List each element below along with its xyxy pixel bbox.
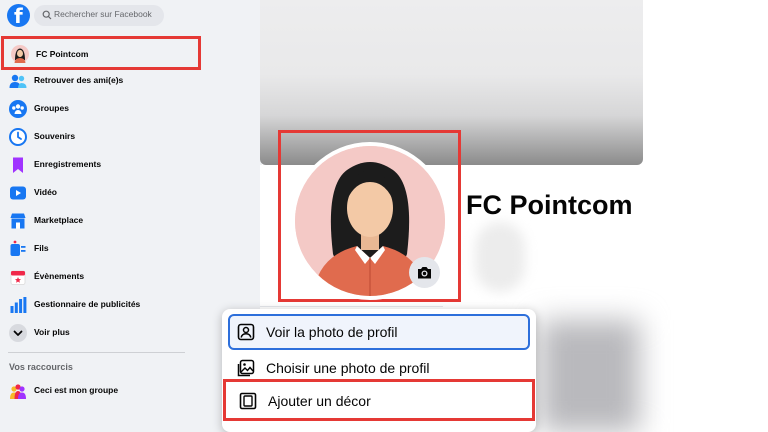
chevron-down-icon bbox=[9, 324, 27, 342]
sidebar-item-label: Voir plus bbox=[34, 327, 70, 337]
friends-icon bbox=[9, 74, 27, 88]
left-sidebar: f Rechercher sur Facebook FC Pointcom Re… bbox=[0, 0, 202, 432]
search-input[interactable]: Rechercher sur Facebook bbox=[34, 5, 164, 26]
sidebar-item-label: FC Pointcom bbox=[36, 49, 89, 59]
sidebar-item-label: Retrouver des ami(e)s bbox=[34, 75, 124, 85]
view-profile-photo-item[interactable]: Voir la photo de profil bbox=[228, 314, 530, 350]
facebook-logo[interactable]: f bbox=[7, 4, 30, 28]
profile-picture-menu: Voir la photo de profil Choisir une phot… bbox=[222, 309, 536, 432]
shortcuts-title: Vos raccourcis bbox=[9, 362, 73, 372]
profile-photo-icon bbox=[237, 323, 255, 341]
sidebar-item-label: Marketplace bbox=[34, 215, 84, 225]
menu-item-label: Choisir une photo de profil bbox=[266, 360, 430, 376]
sidebar-item-groups[interactable]: Groupes bbox=[0, 95, 200, 123]
sidebar-item-events[interactable]: Évènements bbox=[0, 263, 200, 291]
menu-item-label: Ajouter un décor bbox=[268, 393, 371, 409]
marketplace-icon bbox=[10, 213, 26, 229]
sidebar-item-label: Groupes bbox=[34, 103, 69, 113]
blurred-content bbox=[475, 222, 525, 292]
sidebar-item-video[interactable]: Vidéo bbox=[0, 179, 200, 207]
menu-item-label: Voir la photo de profil bbox=[266, 324, 398, 340]
memories-icon bbox=[9, 128, 27, 146]
avatar bbox=[11, 45, 29, 63]
facebook-profile-page: f Rechercher sur Facebook FC Pointcom Re… bbox=[0, 0, 768, 432]
camera-button[interactable] bbox=[409, 257, 440, 288]
sidebar-item-label: Fils bbox=[34, 243, 49, 253]
bookmark-icon bbox=[13, 157, 23, 173]
sidebar-divider bbox=[8, 352, 185, 353]
sidebar-item-label: Ceci est mon groupe bbox=[34, 385, 119, 395]
sidebar-item-friends[interactable]: Retrouver des ami(e)s bbox=[0, 67, 200, 95]
sidebar-item-label: Enregistrements bbox=[34, 159, 102, 169]
sidebar-item-saved[interactable]: Enregistrements bbox=[0, 151, 200, 179]
sidebar-item-memories[interactable]: Souvenirs bbox=[0, 123, 200, 151]
sidebar-item-label: Souvenirs bbox=[34, 131, 76, 141]
search-icon bbox=[42, 10, 52, 20]
sidebar-item-see-more[interactable]: Voir plus bbox=[0, 319, 200, 347]
video-icon bbox=[10, 186, 26, 200]
sidebar-item-feeds[interactable]: Fils bbox=[0, 235, 200, 263]
frame-icon bbox=[239, 392, 257, 410]
shortcut-item-group[interactable]: Ceci est mon groupe bbox=[0, 377, 200, 405]
add-frame-item[interactable]: Ajouter un décor bbox=[223, 379, 535, 421]
sidebar-item-label: Vidéo bbox=[34, 187, 57, 197]
ads-chart-icon bbox=[10, 297, 27, 313]
sidebar-item-label: Gestionnaire de publicités bbox=[34, 299, 141, 309]
sidebar-item-marketplace[interactable]: Marketplace bbox=[0, 207, 200, 235]
feeds-icon bbox=[10, 240, 26, 256]
group-shortcut-icon bbox=[10, 384, 26, 399]
top-bar: f Rechercher sur Facebook bbox=[0, 0, 202, 30]
image-icon bbox=[237, 359, 255, 377]
search-placeholder: Rechercher sur Facebook bbox=[54, 9, 152, 19]
camera-icon bbox=[418, 267, 431, 279]
sidebar-item-label: Évènements bbox=[34, 271, 85, 281]
logo-letter: f bbox=[14, 4, 23, 28]
header-divider bbox=[260, 306, 443, 307]
sidebar-item-profile[interactable]: FC Pointcom bbox=[1, 36, 201, 70]
blurred-content bbox=[540, 320, 640, 432]
profile-name: FC Pointcom bbox=[466, 190, 633, 220]
calendar-icon bbox=[10, 270, 26, 285]
groups-icon bbox=[9, 100, 27, 118]
sidebar-item-ads-manager[interactable]: Gestionnaire de publicités bbox=[0, 291, 200, 319]
